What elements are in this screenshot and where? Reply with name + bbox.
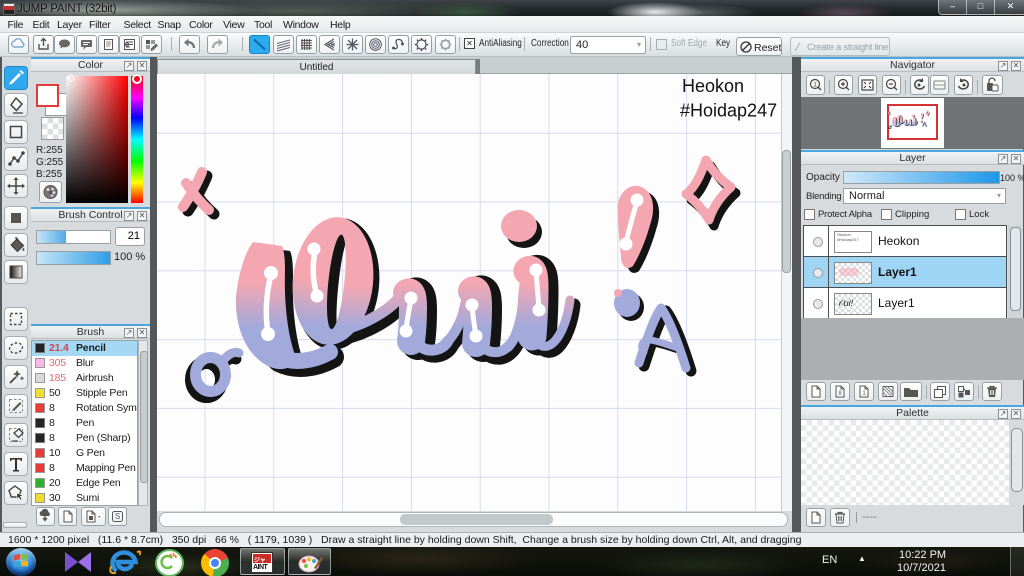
svg-text:Heokon: Heokon [682, 76, 744, 96]
svg-text:#Hoidap247: #Hoidap247 [680, 101, 777, 121]
svg-text:S: S [115, 512, 120, 521]
svg-text:1: 1 [813, 82, 817, 89]
